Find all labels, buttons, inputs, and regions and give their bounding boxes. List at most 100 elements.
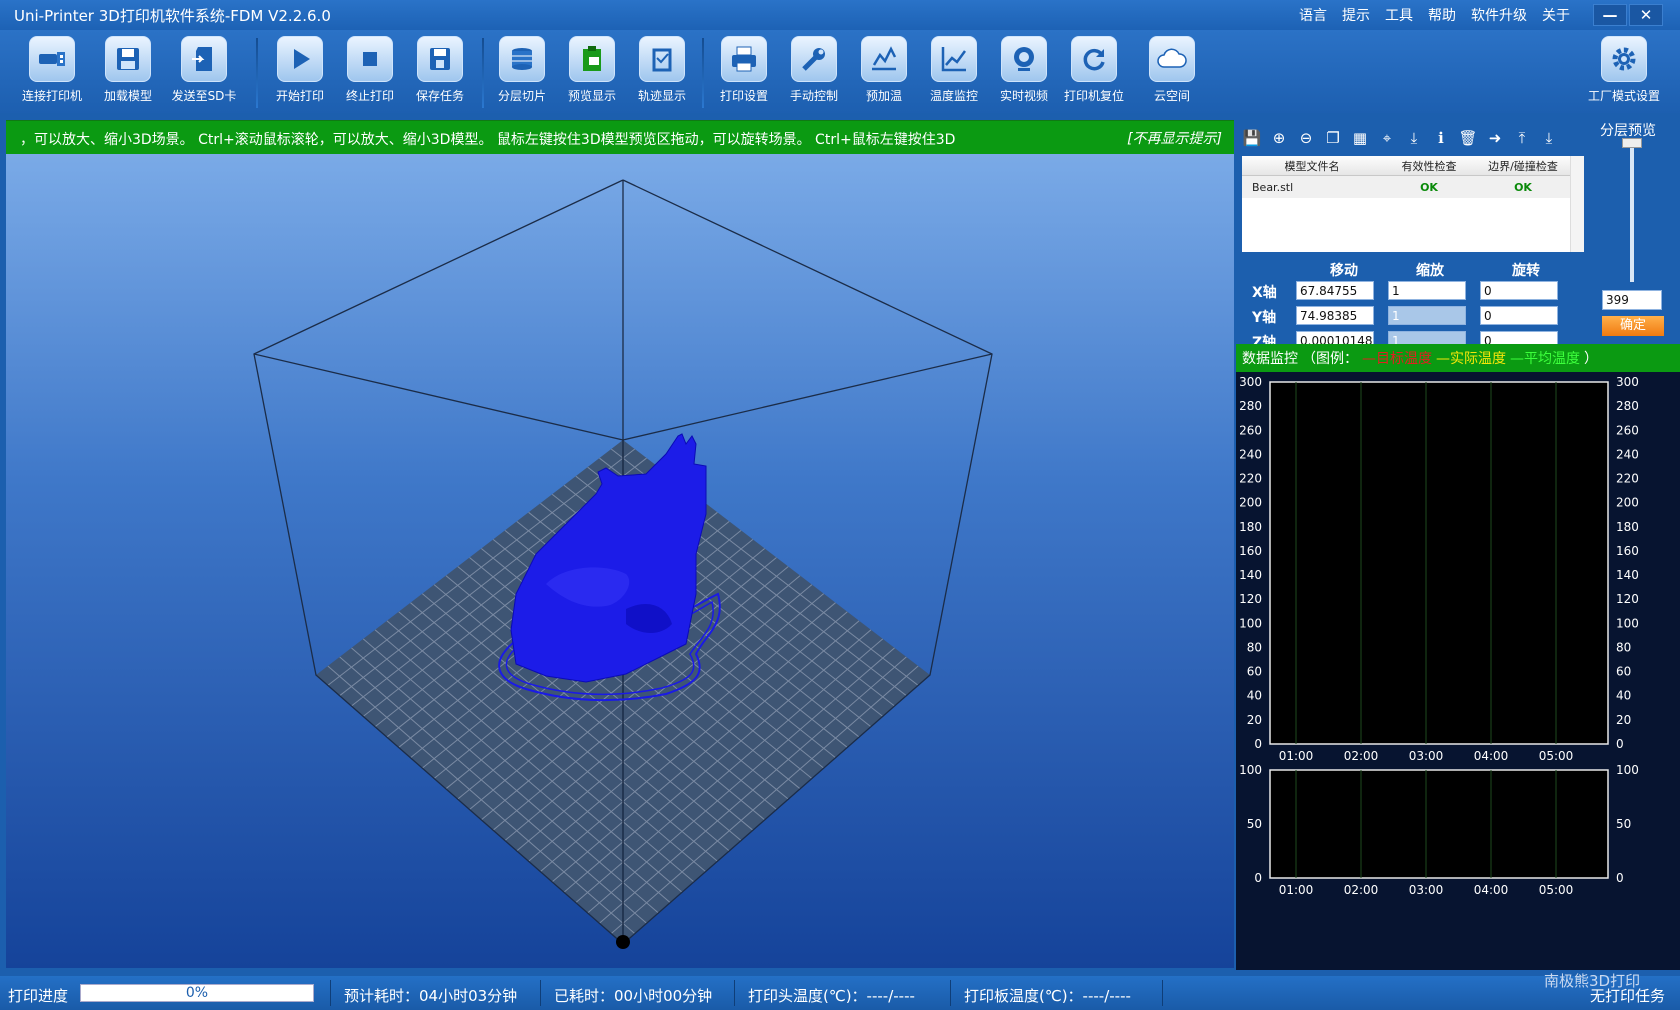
info-icon[interactable]: ℹ bbox=[1431, 128, 1451, 148]
menu-tips[interactable]: 提示 bbox=[1342, 5, 1370, 25]
3d-viewport[interactable] bbox=[6, 154, 1234, 968]
y-tick-label-right: 100 bbox=[1616, 763, 1639, 777]
legend-target-temp: —目标温度 bbox=[1362, 351, 1432, 367]
model-list-scrollbar[interactable] bbox=[1570, 156, 1584, 252]
bear-model[interactable] bbox=[510, 433, 707, 683]
move-right-icon[interactable]: ➜ bbox=[1485, 128, 1505, 148]
x-tick-label: 01:00 bbox=[1279, 749, 1314, 763]
elapsed-time: 已耗时：00小时00分钟 bbox=[554, 987, 713, 1005]
bed-temperature: 打印板温度(℃)：----/---- bbox=[964, 987, 1131, 1005]
manual-control-button[interactable]: 手动控制 bbox=[776, 36, 852, 110]
legend-actual-temp: —实际温度 bbox=[1436, 351, 1506, 367]
temp-monitor-label: 温度监控 bbox=[929, 89, 978, 103]
save-task-label: 保存任务 bbox=[415, 89, 464, 103]
copy-icon[interactable]: ❐ bbox=[1323, 128, 1343, 148]
layer-slider-track[interactable] bbox=[1630, 146, 1634, 282]
y-tick-label-left: 140 bbox=[1239, 568, 1262, 582]
y-tick-label-left: 20 bbox=[1247, 713, 1262, 727]
y-scale-input[interactable] bbox=[1388, 306, 1466, 325]
save-task-button[interactable]: 保存任务 bbox=[402, 36, 478, 110]
y-move-input[interactable] bbox=[1296, 306, 1374, 325]
status-separator bbox=[540, 980, 541, 1006]
temp-monitor-button[interactable]: 温度监控 bbox=[916, 36, 992, 110]
y-tick-label-right: 300 bbox=[1616, 375, 1639, 389]
save-task-icon bbox=[417, 36, 463, 82]
start-print-button[interactable]: 开始打印 bbox=[262, 36, 338, 110]
data-monitor-bar: 数据监控 （图例： —目标温度 —实际温度 —平均温度 ） bbox=[1236, 344, 1680, 372]
confirm-layer-button[interactable]: 确定 bbox=[1602, 316, 1664, 336]
y-tick-label-left: 40 bbox=[1247, 689, 1262, 703]
close-button[interactable]: ✕ bbox=[1629, 4, 1663, 26]
y-rotate-input[interactable] bbox=[1480, 306, 1558, 325]
path-display-button[interactable]: 轨迹显示 bbox=[624, 36, 700, 110]
x-rotate-input[interactable] bbox=[1480, 281, 1558, 300]
stop-print-label: 终止打印 bbox=[345, 89, 394, 103]
send-sd-button[interactable]: 发送至SD卡 bbox=[166, 36, 242, 110]
x-scale-input[interactable] bbox=[1388, 281, 1466, 300]
connect-printer-button[interactable]: 连接打印机 bbox=[14, 36, 90, 110]
add-circle-icon[interactable]: ⊕ bbox=[1269, 128, 1289, 148]
layer-number-input[interactable] bbox=[1602, 290, 1662, 310]
layer-slider-thumb[interactable] bbox=[1622, 138, 1642, 148]
print-settings-label: 打印设置 bbox=[719, 89, 768, 103]
charts-svg: 0 0 20 20 40 40 60 60 80 80 100 100 120 120 140 140 160 1… bbox=[1239, 375, 1639, 897]
stop-print-button[interactable]: 终止打印 bbox=[332, 36, 408, 110]
webcam-icon bbox=[1001, 36, 1047, 82]
y-axis-label: Y轴 bbox=[1252, 310, 1277, 326]
save-icon[interactable]: 💾 bbox=[1242, 128, 1262, 148]
x-tick-label: 02:00 bbox=[1344, 749, 1379, 763]
y-tick-label-right: 20 bbox=[1616, 713, 1631, 727]
upload-icon[interactable]: ⤒ bbox=[1512, 128, 1532, 148]
task-status: 无打印任务 bbox=[1590, 987, 1666, 1005]
y-tick-label-right: 200 bbox=[1616, 496, 1639, 510]
y-tick-label-left: 260 bbox=[1239, 423, 1262, 437]
y-tick-label-left: 60 bbox=[1247, 665, 1262, 679]
trash-icon[interactable]: 🗑 bbox=[1458, 128, 1478, 148]
printer-icon bbox=[721, 36, 767, 82]
hint-bar: ，可以放大、缩小3D场景。 Ctrl+滚动鼠标滚轮，可以放大、缩小3D模型。 鼠… bbox=[6, 120, 1234, 154]
import-icon[interactable]: ⤓ bbox=[1404, 128, 1424, 148]
crosshair-center-icon[interactable]: ⌖ bbox=[1377, 128, 1397, 148]
legend-prefix: （图例： bbox=[1302, 351, 1358, 367]
move-header: 移动 bbox=[1330, 263, 1358, 279]
stop-icon bbox=[347, 36, 393, 82]
print-progress-bar: 0% bbox=[80, 984, 314, 1002]
progress-percent: 0% bbox=[185, 985, 209, 1001]
factory-settings-button[interactable]: 工厂模式设置 bbox=[1586, 36, 1662, 110]
temperature-charts: 0 0 20 20 40 40 60 60 80 80 100 100 120 120 140 140 160 1… bbox=[1236, 372, 1680, 970]
table-row[interactable]: Bear.stl OK OK bbox=[1242, 176, 1584, 198]
download-icon[interactable]: ⤓ bbox=[1539, 128, 1559, 148]
preheat-button[interactable]: 预加温 bbox=[846, 36, 922, 110]
preheat-icon bbox=[861, 36, 907, 82]
wrench-icon bbox=[791, 36, 837, 82]
menu-help[interactable]: 帮助 bbox=[1428, 5, 1456, 25]
x-move-input[interactable] bbox=[1296, 281, 1374, 300]
y-tick-label-right: 0 bbox=[1616, 871, 1624, 885]
dismiss-hint-link[interactable]: [不再显示提示] bbox=[1127, 128, 1222, 148]
layers-icon bbox=[499, 36, 545, 82]
progress-label: 打印进度 bbox=[8, 987, 69, 1005]
remove-circle-icon[interactable]: ⊖ bbox=[1296, 128, 1316, 148]
menu-upgrade[interactable]: 软件升级 bbox=[1471, 5, 1527, 25]
right-panel: 💾 ⊕ ⊖ ❐ ▦ ⌖ ⤓ ℹ 🗑 ➜ ⤒ ⤓ 模型文件名 有效性检查 边界/碰… bbox=[1236, 120, 1680, 970]
menu-tools[interactable]: 工具 bbox=[1385, 5, 1413, 25]
menu-about[interactable]: 关于 bbox=[1542, 5, 1570, 25]
load-model-button[interactable]: 加载模型 bbox=[90, 36, 166, 110]
live-video-button[interactable]: 实时视频 bbox=[986, 36, 1062, 110]
legend-average-temp: —平均温度 bbox=[1510, 351, 1580, 367]
printer-reset-button[interactable]: 打印机复位 bbox=[1056, 36, 1132, 110]
preview-label: 预览显示 bbox=[567, 89, 616, 103]
minimize-button[interactable]: — bbox=[1593, 4, 1627, 26]
cloud-space-button[interactable]: 云空间 bbox=[1134, 36, 1210, 110]
y-tick-label-right: 180 bbox=[1616, 520, 1639, 534]
status-separator bbox=[950, 980, 951, 1006]
print-settings-button[interactable]: 打印设置 bbox=[706, 36, 782, 110]
slice-button[interactable]: 分层切片 bbox=[484, 36, 560, 110]
model-filename: Bear.stl bbox=[1252, 180, 1294, 194]
x-tick-label: 02:00 bbox=[1344, 883, 1379, 897]
grid-arrange-icon[interactable]: ▦ bbox=[1350, 128, 1370, 148]
menu-language[interactable]: 语言 bbox=[1299, 5, 1327, 25]
y-tick-label-right: 280 bbox=[1616, 399, 1639, 413]
status-bar: 打印进度 0% 预计耗时：04小时03分钟 已耗时：00小时00分钟 打印头温度… bbox=[0, 972, 1680, 1010]
preview-button[interactable]: 预览显示 bbox=[554, 36, 630, 110]
